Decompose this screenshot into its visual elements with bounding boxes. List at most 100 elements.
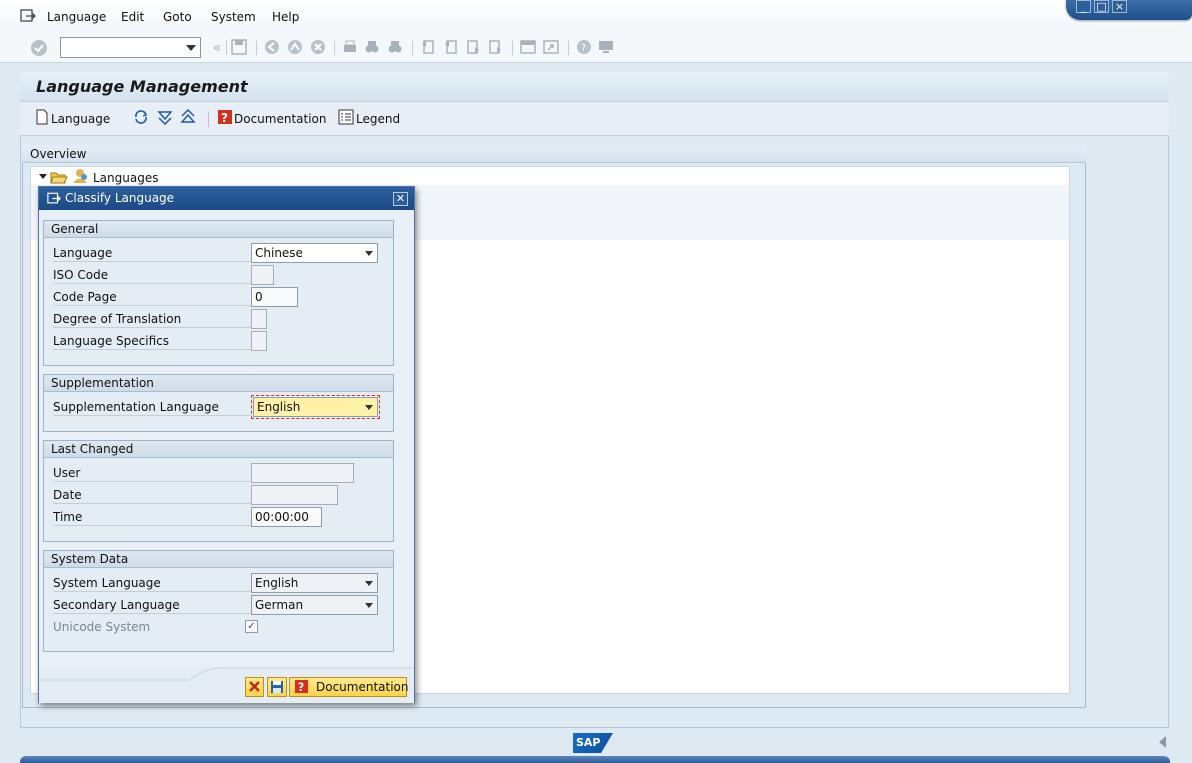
menu-item-language[interactable]: Language	[47, 10, 106, 24]
print-icon[interactable]	[342, 39, 358, 55]
dialog-titlebar: Classify Language ✕	[39, 187, 414, 210]
toolbar-separator	[256, 41, 257, 55]
cancel-icon[interactable]	[310, 39, 326, 55]
group-header: Supplementation	[44, 375, 393, 392]
save-icon	[271, 681, 283, 693]
refresh-icon[interactable]	[133, 109, 149, 125]
tree-node-languages[interactable]: Languages	[93, 171, 158, 185]
folder-open-icon	[50, 172, 68, 184]
language-select-value: Chinese	[255, 246, 303, 260]
status-toggle-icon[interactable]	[1159, 736, 1166, 748]
language-select[interactable]: Chinese	[251, 243, 378, 263]
documentation-icon: ?	[294, 679, 309, 694]
legend-button[interactable]: Legend	[356, 112, 400, 126]
language-specifics-field[interactable]	[251, 331, 267, 351]
degree-of-translation-field[interactable]	[251, 309, 267, 329]
svg-text:?: ?	[581, 43, 586, 54]
legend-icon[interactable]	[338, 109, 354, 125]
command-field[interactable]	[60, 37, 201, 58]
documentation-footer-button[interactable]: ? Documentation	[289, 677, 409, 697]
shortcut-icon[interactable]	[543, 39, 559, 55]
supplementation-group: Supplementation Supplementation Language…	[43, 374, 394, 432]
date-label: Date	[53, 484, 251, 504]
menu-item-edit[interactable]: Edit	[121, 10, 144, 24]
toolbar-separator	[208, 111, 209, 127]
unicode-system-checkbox[interactable]: ✓	[245, 620, 258, 633]
system-data-group-title: System Data	[51, 552, 129, 566]
find-icon[interactable]	[364, 39, 380, 55]
status-line	[20, 756, 1170, 763]
overview-header: Overview	[22, 145, 1086, 163]
first-page-icon[interactable]	[420, 39, 436, 55]
minimize-icon[interactable]: _	[1076, 0, 1091, 13]
save-icon[interactable]	[231, 39, 247, 55]
system-language-label: System Language	[53, 572, 251, 592]
svg-text:?: ?	[221, 111, 228, 125]
expand-all-icon[interactable]	[157, 109, 173, 125]
iso-code-field[interactable]	[251, 265, 274, 285]
chevron-down-icon	[365, 603, 373, 608]
new-document-icon[interactable]	[34, 109, 50, 125]
next-page-icon[interactable]	[465, 39, 481, 55]
menu-exit-icon[interactable]	[20, 9, 36, 23]
code-page-field[interactable]: 0	[251, 287, 298, 307]
exit-icon[interactable]	[287, 39, 303, 55]
back-icon[interactable]	[264, 39, 280, 55]
chevron-down-icon	[365, 581, 373, 586]
tree-expand-icon[interactable]	[39, 173, 47, 181]
close-icon[interactable]: ✕	[393, 192, 408, 206]
user-field[interactable]	[251, 463, 354, 483]
maximize-icon[interactable]: □	[1094, 0, 1109, 13]
menu-bar: Language Edit Goto System Help	[0, 0, 1192, 33]
last-page-icon[interactable]	[487, 39, 503, 55]
chevron-down-icon	[365, 251, 373, 256]
iso-code-label: ISO Code	[53, 264, 251, 284]
supplementation-language-select[interactable]: English	[251, 395, 380, 419]
menu-item-goto[interactable]: Goto	[163, 10, 192, 24]
group-header: System Data	[44, 551, 393, 568]
save-button[interactable]	[267, 677, 287, 697]
svg-text:?: ?	[298, 681, 305, 694]
previous-page-icon[interactable]	[443, 39, 459, 55]
documentation-icon[interactable]: ?	[217, 109, 233, 125]
toolbar-separator	[512, 41, 513, 55]
time-label: Time	[53, 506, 251, 526]
system-data-group: System Data System Language English Seco…	[43, 550, 394, 652]
menu-item-help[interactable]: Help	[272, 10, 299, 24]
system-toolbar: « ?	[0, 33, 1192, 63]
secondary-language-select[interactable]: German	[251, 595, 378, 615]
unicode-system-label: Unicode System	[53, 620, 151, 634]
language-label: Language	[53, 242, 251, 262]
secondary-language-label: Secondary Language	[53, 594, 251, 614]
language-button[interactable]: Language	[51, 112, 110, 126]
menu-item-system[interactable]: System	[211, 10, 256, 24]
last-changed-group: Last Changed User Date Time 00:00:00	[43, 440, 394, 542]
application-toolbar: Language ? Documentation Legend	[20, 102, 1169, 136]
chevron-down-icon[interactable]	[186, 45, 196, 51]
classify-language-dialog: Classify Language ✕ General Language Chi…	[38, 186, 415, 703]
close-window-icon[interactable]: ×	[1112, 0, 1127, 13]
chevron-down-icon	[365, 405, 373, 410]
collapse-all-icon[interactable]	[180, 109, 196, 125]
page-title: Language Management	[36, 77, 248, 96]
enter-check-icon[interactable]	[30, 39, 48, 57]
group-header: General	[44, 221, 393, 238]
code-page-label: Code Page	[53, 286, 251, 306]
group-header: Last Changed	[44, 441, 393, 458]
time-field[interactable]: 00:00:00	[251, 507, 322, 527]
help-icon[interactable]: ?	[576, 39, 592, 55]
last-changed-group-title: Last Changed	[51, 442, 134, 456]
system-language-select[interactable]: English	[251, 573, 378, 593]
find-next-icon[interactable]	[387, 39, 403, 55]
secondary-language-value: German	[255, 598, 304, 612]
cancel-button[interactable]	[245, 677, 264, 697]
supplementation-language-value: English	[257, 400, 301, 414]
back-double-icon[interactable]: «	[208, 39, 226, 57]
customize-layout-icon[interactable]	[598, 39, 614, 55]
users-icon	[73, 169, 87, 183]
documentation-button[interactable]: Documentation	[234, 112, 327, 126]
user-label: User	[53, 462, 251, 482]
date-field[interactable]	[251, 485, 338, 505]
language-specifics-label: Language Specifics	[53, 330, 251, 350]
new-session-icon[interactable]	[520, 39, 536, 55]
